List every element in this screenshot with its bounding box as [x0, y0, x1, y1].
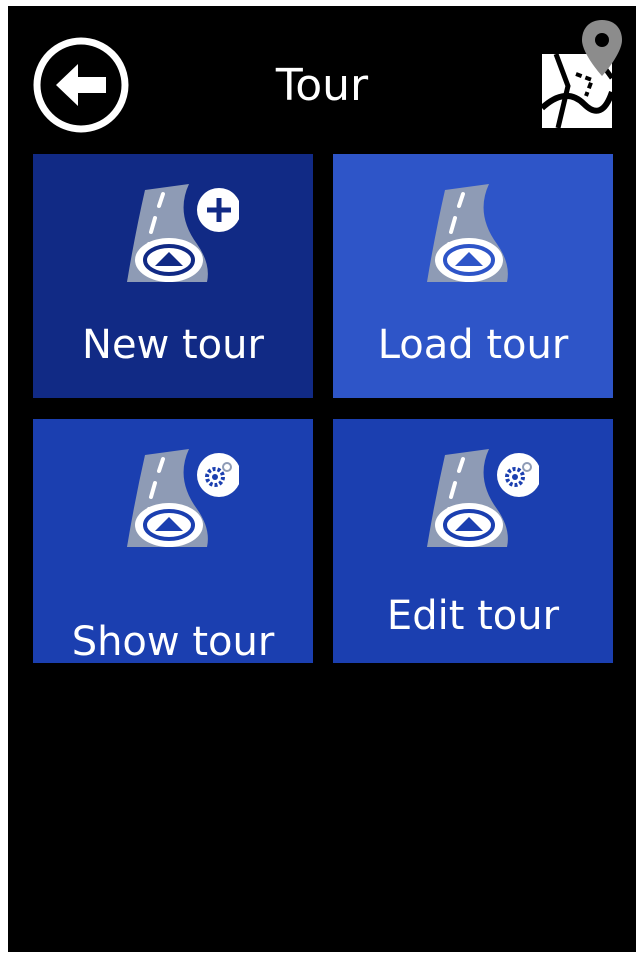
- back-button[interactable]: [32, 36, 130, 134]
- map-button[interactable]: [536, 16, 628, 134]
- road-plus-icon: [127, 184, 239, 282]
- load-tour-label: Load tour: [377, 322, 569, 368]
- show-tour-label: Show tour: [71, 619, 275, 665]
- road-icon: [427, 184, 508, 282]
- map-pin-icon: [539, 20, 622, 129]
- new-tour-tile[interactable]: New tour: [33, 154, 313, 398]
- edit-tour-tile[interactable]: Edit tour: [333, 419, 613, 663]
- show-tour-tile[interactable]: Show tour: [33, 419, 313, 665]
- new-tour-label: New tour: [82, 322, 264, 368]
- road-gear-icon: [127, 449, 239, 547]
- road-gear-icon: [427, 449, 539, 547]
- edit-tour-label: Edit tour: [386, 593, 560, 639]
- header: Tour: [8, 6, 636, 151]
- tour-screen: Tour New tour Load tour Show tour Edit t…: [8, 6, 636, 952]
- back-arrow-icon: [33, 37, 129, 133]
- load-tour-tile[interactable]: Load tour: [333, 154, 613, 398]
